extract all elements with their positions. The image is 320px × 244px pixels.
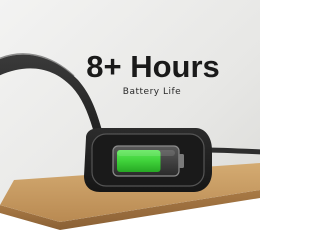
cable	[202, 147, 260, 155]
product-scene: 8+ Hours Battery Life	[0, 0, 260, 244]
headline: 8+ Hours	[86, 49, 220, 84]
battery-icon	[112, 145, 184, 177]
subheadline: Battery Life	[122, 87, 182, 97]
product-photo	[0, 0, 260, 244]
